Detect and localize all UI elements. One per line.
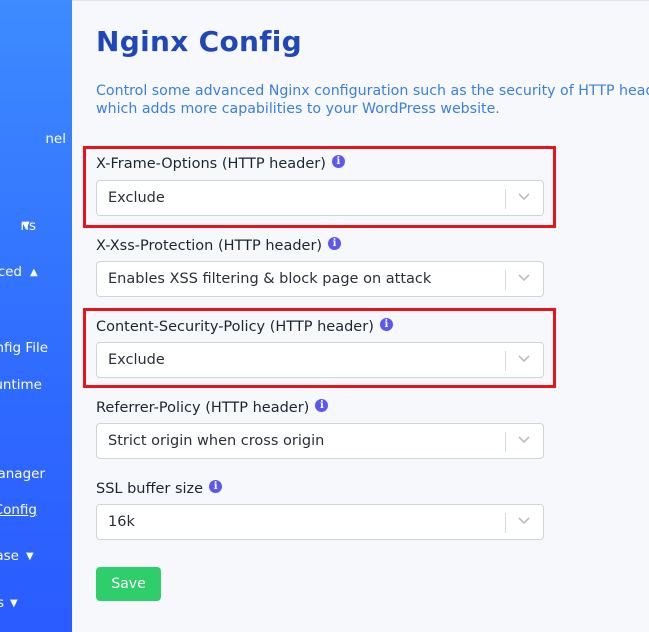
- field-label-x-xss-protection: X-Xss-Protection (HTTP header) i: [96, 237, 342, 254]
- field-label-text: SSL buffer size: [96, 481, 204, 497]
- sidebar-item-label: Config: [0, 502, 37, 518]
- chevron-down-icon[interactable]: [518, 517, 530, 525]
- chevron-down-icon[interactable]: ▼: [10, 598, 18, 609]
- sidebar-item-label: anager: [0, 466, 45, 482]
- select-separator: [505, 270, 506, 290]
- sidebar-item-label: s: [0, 595, 4, 611]
- ssl-buffer-size-select[interactable]: 16k: [96, 504, 544, 540]
- info-icon[interactable]: i: [209, 480, 223, 493]
- sidebar-item-config-file[interactable]: nfig File: [0, 340, 48, 356]
- description-line: which adds more capabilities to your Wor…: [96, 101, 500, 117]
- info-icon[interactable]: i: [328, 237, 342, 250]
- info-icon[interactable]: i: [331, 155, 345, 168]
- select-separator: [505, 351, 506, 371]
- select-separator: [505, 513, 506, 533]
- select-value: 16k: [108, 514, 135, 530]
- x-frame-options-select[interactable]: Exclude: [96, 180, 544, 216]
- save-button[interactable]: Save: [96, 567, 161, 601]
- page-description: Control some advanced Nginx configuratio…: [96, 82, 649, 118]
- chevron-down-icon[interactable]: ▼: [22, 220, 30, 231]
- sidebar-item-label: ced: [0, 264, 22, 280]
- chevron-down-icon[interactable]: [518, 355, 530, 363]
- select-value: Exclude: [108, 352, 165, 368]
- chevron-down-icon[interactable]: [518, 193, 530, 201]
- sidebar-item-tools[interactable]: s: [0, 595, 4, 611]
- sidebar-item-advanced[interactable]: ced: [0, 264, 22, 280]
- description-line: Control some advanced Nginx configuratio…: [96, 83, 649, 99]
- chevron-down-icon[interactable]: ▼: [26, 551, 34, 562]
- sidebar-item-label: nfig File: [0, 340, 48, 356]
- sidebar-item-label: ase: [0, 548, 19, 564]
- field-label-ssl-buffer-size: SSL buffer size i: [96, 480, 223, 497]
- x-xss-protection-select[interactable]: Enables XSS filtering & block page on at…: [96, 261, 544, 297]
- field-label-text: X-Frame-Options (HTTP header): [96, 156, 326, 172]
- sidebar-item-label: nel: [45, 131, 66, 147]
- sidebar-item-manager[interactable]: anager: [0, 466, 45, 482]
- field-label-x-frame-options: X-Frame-Options (HTTP header) i: [96, 155, 345, 172]
- field-label-text: Referrer-Policy (HTTP header): [96, 400, 310, 416]
- content-security-policy-select[interactable]: Exclude: [96, 342, 544, 378]
- info-icon[interactable]: i: [315, 399, 329, 412]
- info-icon[interactable]: i: [379, 318, 393, 331]
- sidebar-item-database[interactable]: ase: [0, 548, 19, 564]
- chevron-down-icon[interactable]: [518, 274, 530, 282]
- page-title: Nginx Config: [96, 25, 302, 58]
- sidebar-item-label: untime: [0, 377, 42, 393]
- field-label-text: Content-Security-Policy (HTTP header): [96, 319, 374, 335]
- select-separator: [505, 189, 506, 209]
- sidebar: nel ns ▼ ced ▲ nfig File untime anager C…: [0, 0, 72, 632]
- chevron-down-icon[interactable]: [518, 436, 530, 444]
- sidebar-item-runtime[interactable]: untime: [0, 377, 42, 393]
- select-value: Strict origin when cross origin: [108, 433, 325, 449]
- select-value: Enables XSS filtering & block page on at…: [108, 271, 432, 287]
- main-content: Nginx Config Control some advanced Nginx…: [72, 0, 649, 632]
- field-label-content-security-policy: Content-Security-Policy (HTTP header) i: [96, 318, 393, 335]
- field-label-text: X-Xss-Protection (HTTP header): [96, 238, 323, 254]
- sidebar-item-nginx-config[interactable]: Config: [0, 502, 37, 518]
- select-value: Exclude: [108, 190, 165, 206]
- referrer-policy-select[interactable]: Strict origin when cross origin: [96, 423, 544, 459]
- select-separator: [505, 432, 506, 452]
- chevron-up-icon[interactable]: ▲: [30, 267, 38, 278]
- field-label-referrer-policy: Referrer-Policy (HTTP header) i: [96, 399, 329, 416]
- sidebar-item-panel[interactable]: nel: [45, 131, 72, 147]
